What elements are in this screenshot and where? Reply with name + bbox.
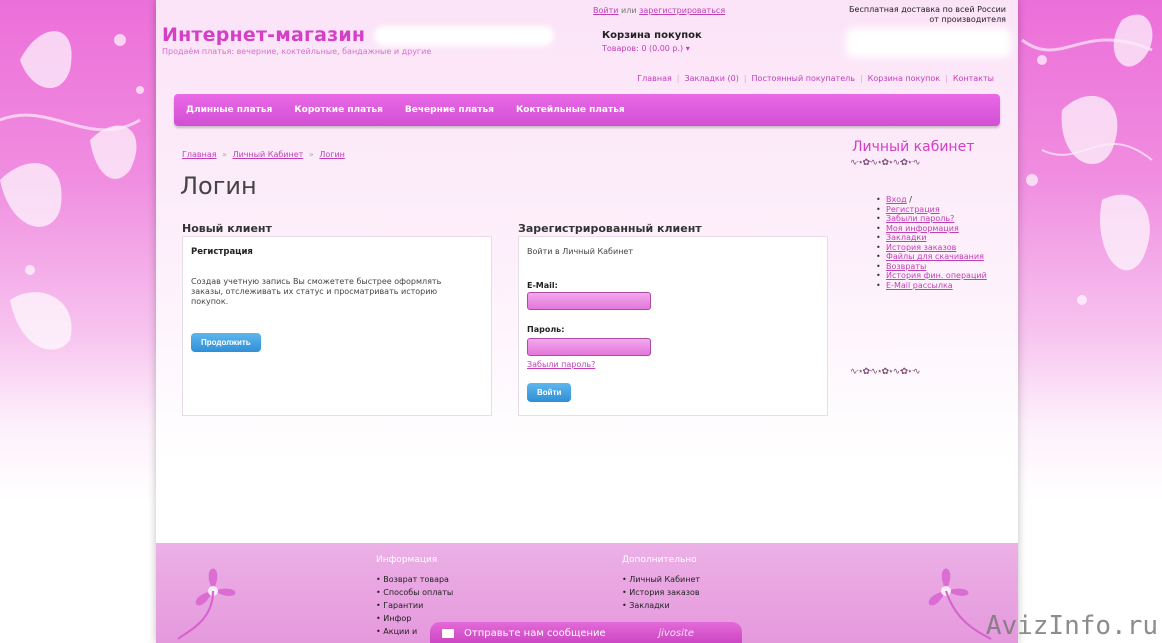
sidebar-item-newsletter: E-Mail рассылка	[876, 281, 1006, 291]
breadcrumb-separator: »	[308, 150, 314, 159]
password-label: Пароль:	[527, 325, 565, 334]
chat-widget-button[interactable]: Отправьте нам сообщение jivosite	[430, 622, 742, 643]
sidebar-item-order-history: История заказов	[876, 243, 1006, 253]
delivery-notice: Бесплатная доставка по всей России от пр…	[849, 5, 1006, 24]
footer-info-title: Информация	[376, 555, 438, 565]
sidebar-link-register[interactable]: Регистрация	[886, 205, 940, 214]
footer-extra-column: Дополнительно Личный Кабинет История зак…	[622, 555, 700, 612]
nav-item-short-dresses[interactable]: Короткие платья	[294, 105, 383, 115]
sidebar-item-bookmarks: Закладки	[876, 233, 1006, 243]
register-link[interactable]: зарегистрироваться	[639, 6, 725, 15]
sidebar-item-forgot-password: Забыли пароль?	[876, 214, 1006, 224]
nav-item-cocktail-dresses[interactable]: Коктейльные платья	[516, 105, 625, 115]
footer-link-returns[interactable]: Возврат товара	[376, 573, 453, 586]
sidebar-link-newsletter[interactable]: E-Mail рассылка	[886, 281, 953, 290]
forgot-password-link[interactable]: Забыли пароль?	[527, 360, 595, 369]
new-client-box: Регистрация Создав учетную запись Вы смо…	[182, 236, 492, 416]
login-box: Войти в Личный Кабинет E-Mail: Пароль: З…	[518, 236, 828, 416]
login-link[interactable]: Войти	[593, 6, 618, 15]
cart-count[interactable]: Товаров: 0 (0.00 р.) ▾	[602, 44, 702, 53]
ornament-divider: ∿ᐧ⋆✿ᐧ∿⋆✿⋆∿ᐧ✿⋆ᐧ∿	[850, 367, 921, 377]
email-label: E-Mail:	[527, 281, 558, 290]
sidebar-link-transactions[interactable]: История фин. операций	[886, 271, 987, 280]
footer-link-bookmarks[interactable]: Закладки	[622, 599, 700, 612]
registered-client-heading: Зарегистрированный клиент	[518, 222, 702, 235]
divider: |	[676, 74, 680, 83]
auth-links: Войти или зарегистрироваться	[593, 6, 725, 15]
breadcrumb-account[interactable]: Личный Кабинет	[233, 150, 304, 159]
sidebar-link-downloads[interactable]: Файлы для скачивания	[886, 252, 984, 261]
breadcrumb-home[interactable]: Главная	[182, 150, 217, 159]
breadcrumb-separator: »	[222, 150, 228, 159]
top-links: Главная | Закладки (0) | Постоянный поку…	[637, 74, 994, 83]
page-container: Интернет-магазин Продаём платья: вечерни…	[156, 0, 1018, 643]
sidebar-link-order-history[interactable]: История заказов	[886, 243, 956, 252]
sidebar-item-returns: Возвраты	[876, 262, 1006, 272]
registration-text: Создав учетную запись Вы сможетете быстр…	[191, 277, 442, 306]
auth-or-text: или	[621, 6, 637, 15]
divider: |	[743, 74, 747, 83]
toplink-cart[interactable]: Корзина покупок	[868, 74, 940, 83]
site-tagline: Продаём платья: вечерние, коктейльные, б…	[162, 47, 432, 56]
cart-widget[interactable]: Корзина покупок Товаров: 0 (0.00 р.) ▾	[602, 30, 702, 53]
sidebar-separator: /	[906, 195, 912, 204]
chat-brand: jivosite	[658, 627, 694, 639]
footer-flower-right-icon	[928, 568, 992, 640]
sidebar-item-my-info: Моя информация	[876, 224, 1006, 234]
sidebar-link-forgot-password[interactable]: Забыли пароль?	[886, 214, 954, 223]
footer-link-order-history[interactable]: История заказов	[622, 586, 700, 599]
toplink-regular-customer[interactable]: Постоянный покупатель	[752, 74, 855, 83]
login-intro: Войти в Личный Кабинет	[527, 247, 633, 256]
divider: |	[859, 74, 863, 83]
ornament-divider: ∿ᐧ⋆✿ᐧ∿⋆✿⋆∿ᐧ✿⋆ᐧ∿	[850, 158, 921, 168]
toplink-bookmarks[interactable]: Закладки (0)	[685, 74, 739, 83]
site-logo[interactable]: Интернет-магазин	[162, 24, 365, 46]
page-title: Логин	[180, 172, 257, 200]
breadcrumb: Главная » Личный Кабинет » Логин	[182, 150, 345, 159]
toplink-home[interactable]: Главная	[637, 74, 672, 83]
sidebar-item-register: Регистрация	[876, 205, 1006, 215]
sidebar-title: Личный кабинет	[852, 139, 975, 155]
sidebar-link-bookmarks[interactable]: Закладки	[886, 233, 926, 242]
nav-item-long-dresses[interactable]: Длинные платья	[186, 105, 272, 115]
breadcrumb-login[interactable]: Логин	[319, 150, 345, 159]
nav-item-evening-dresses[interactable]: Вечерние платья	[405, 105, 494, 115]
login-button[interactable]: Войти	[527, 383, 572, 402]
divider: |	[945, 74, 948, 83]
account-menu: Вход / Регистрация Забыли пароль? Моя ин…	[876, 195, 1006, 290]
watermark: AvizInfo.ru	[985, 611, 1158, 641]
continue-button[interactable]: Продолжить	[191, 333, 261, 352]
sidebar-item-transactions: История фин. операций	[876, 271, 1006, 281]
toplink-contacts[interactable]: Контакты	[953, 74, 994, 83]
sidebar-link-my-info[interactable]: Моя информация	[886, 224, 959, 233]
floral-decoration-left	[0, 31, 144, 350]
sidebar-item-downloads: Файлы для скачивания	[876, 252, 1006, 262]
redacted-logo-part	[374, 26, 554, 46]
footer-link-account[interactable]: Личный Кабинет	[622, 573, 700, 586]
footer-flower-left-icon	[177, 568, 236, 640]
sidebar-link-login[interactable]: Вход	[886, 195, 907, 204]
footer-link-payment[interactable]: Способы оплаты	[376, 586, 453, 599]
cart-title: Корзина покупок	[602, 30, 702, 41]
footer-link-guarantees[interactable]: Гарантии	[376, 599, 453, 612]
main-nav: Длинные платья Короткие платья Вечерние …	[174, 94, 1000, 126]
footer-extra-title: Дополнительно	[622, 555, 697, 565]
new-client-heading: Новый клиент	[182, 222, 272, 235]
password-field[interactable]	[527, 338, 651, 356]
registration-subheading: Регистрация	[191, 247, 253, 257]
sidebar-link-returns[interactable]: Возвраты	[886, 262, 926, 271]
chat-label: Отправьте нам сообщение	[464, 627, 606, 639]
floral-decoration-right	[1021, 14, 1153, 305]
email-field[interactable]	[527, 292, 651, 310]
redacted-contact	[846, 28, 1011, 58]
sidebar-item-login: Вход /	[876, 195, 1006, 205]
envelope-icon	[442, 628, 454, 638]
